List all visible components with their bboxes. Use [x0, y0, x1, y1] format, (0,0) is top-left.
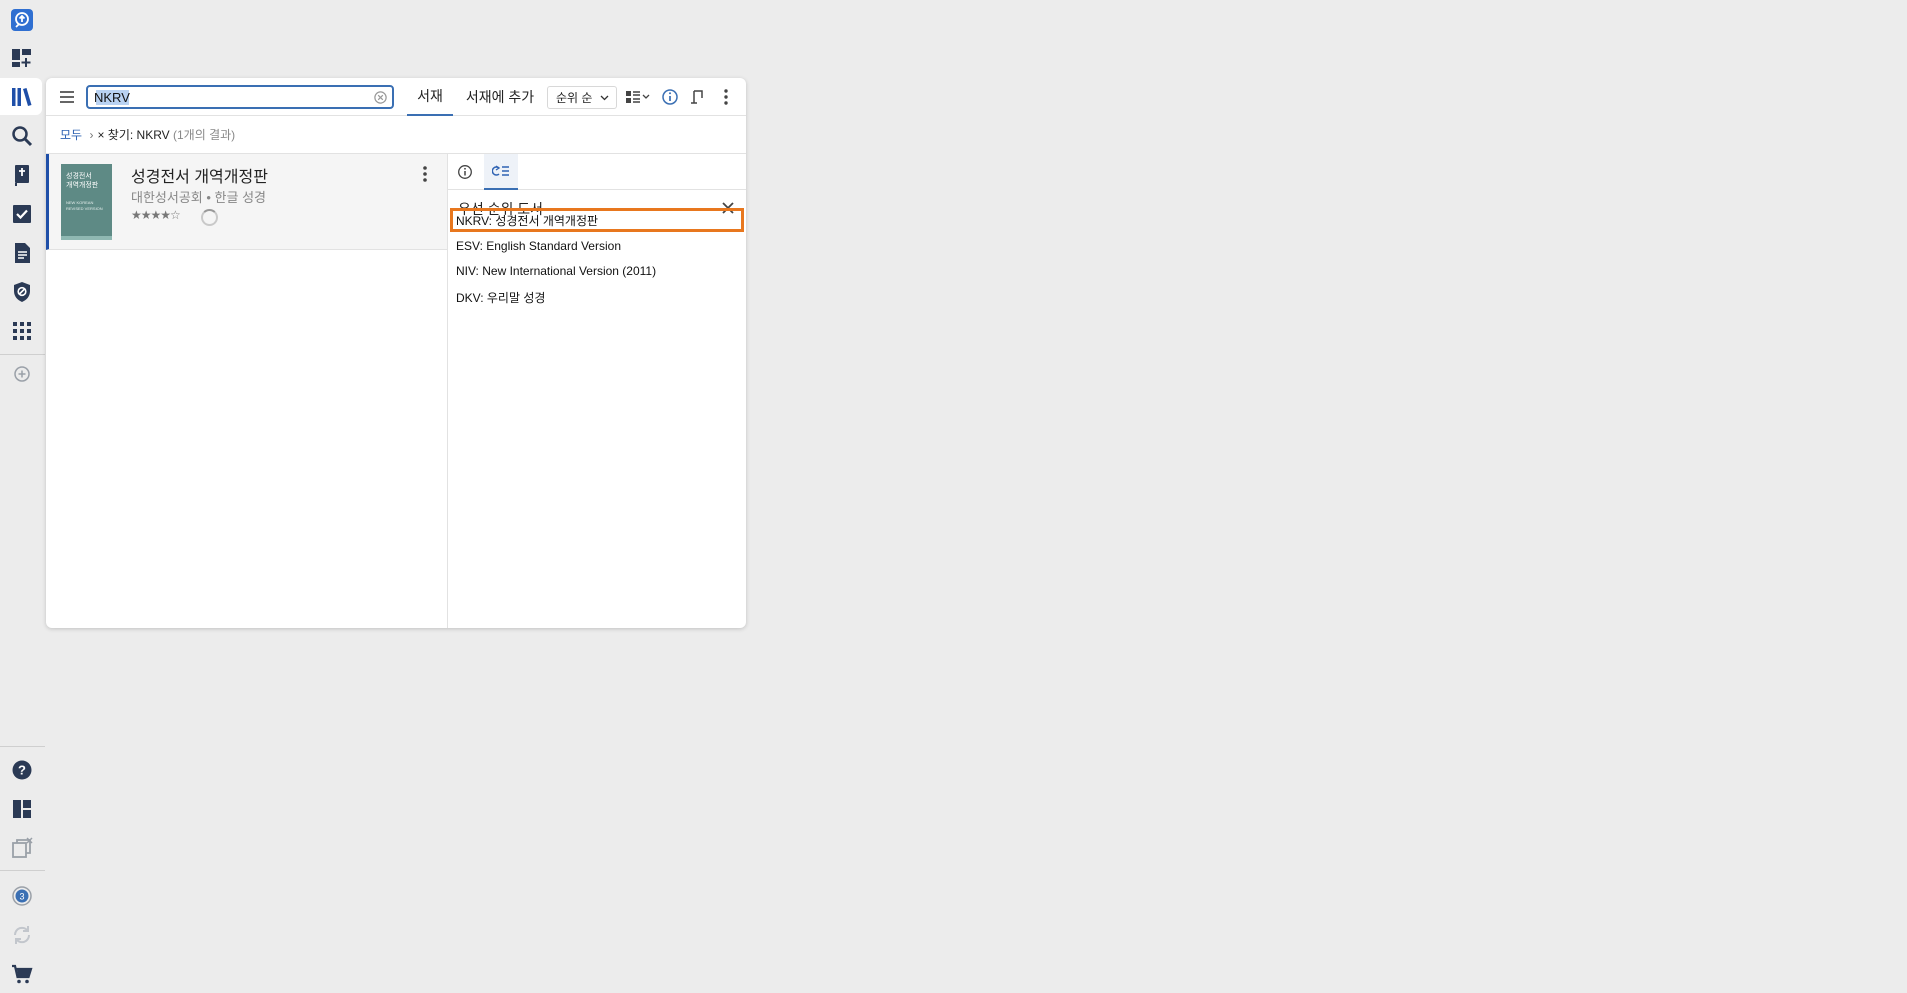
priority-item-niv[interactable]: NIV: New International Version (2011): [450, 259, 744, 283]
book-title: 성경전서 개역개정판: [131, 169, 268, 186]
cover-title-line2: 개역개정판: [66, 182, 99, 189]
detail-tab-info[interactable]: [448, 154, 482, 190]
priority-item-nkrv[interactable]: NKRV: 성경전서 개역개정판: [450, 208, 744, 232]
detail-tabs: [448, 154, 746, 190]
library-toolbar: 서재 서재에 추가 순위 순: [46, 78, 746, 116]
info-icon: [458, 165, 472, 179]
add-circle-icon[interactable]: [6, 358, 38, 390]
pane-divider: [447, 154, 448, 628]
rail-separator: [0, 354, 45, 355]
rating-stars[interactable]: ★★★★☆: [131, 208, 181, 222]
breadcrumb: 모두 › × 찾기: NKRV (1개의 결과): [60, 126, 235, 143]
library-panel: 서재 서재에 추가 순위 순 모두 ›× 찾기: NKRV (1개의 결과) 성…: [46, 78, 746, 628]
pin-panel-icon[interactable]: [687, 86, 709, 108]
search-input[interactable]: [94, 89, 354, 105]
breadcrumb-query: 찾기: NKRV: [107, 128, 170, 142]
bible-icon[interactable]: [6, 159, 38, 191]
result-count: (1개의 결과): [173, 128, 236, 142]
library-icon[interactable]: [6, 81, 38, 113]
tab-add-to-library[interactable]: 서재에 추가: [459, 78, 541, 116]
priority-item-dkv[interactable]: DKV: 우리말 성경: [450, 285, 744, 309]
row-more-icon[interactable]: [417, 164, 433, 184]
tab-library[interactable]: 서재: [407, 78, 453, 116]
priority-list-icon: [492, 165, 509, 176]
help-icon[interactable]: ?: [6, 754, 38, 786]
cover-sub-line1: NEW KOREAN: [66, 200, 94, 205]
remove-filter-button[interactable]: ×: [97, 128, 104, 142]
sort-label: 순위 순: [556, 91, 593, 105]
info-icon[interactable]: [659, 86, 681, 108]
detail-tab-priority[interactable]: [484, 154, 518, 190]
chevron-down-icon: [600, 95, 609, 101]
tasks-icon[interactable]: [6, 198, 38, 230]
menu-icon[interactable]: [56, 86, 78, 108]
notification-badge-icon[interactable]: 3: [6, 880, 38, 912]
view-mode-icon[interactable]: [624, 86, 654, 108]
search-icon[interactable]: [6, 120, 38, 152]
apps-icon[interactable]: [6, 315, 38, 347]
cover-sub-line2: REVISED VERSION: [66, 206, 103, 211]
book-cover: 성경전서개역개정판 NEW KOREAN REVISED VERSION: [61, 164, 112, 240]
sync-icon[interactable]: [6, 919, 38, 951]
rail-separator-bottom-2: [0, 870, 45, 871]
search-box[interactable]: [86, 85, 394, 109]
close-panels-icon[interactable]: [6, 832, 38, 864]
cart-icon[interactable]: [6, 958, 38, 990]
dashboard-add-icon[interactable]: [6, 42, 38, 74]
more-options-icon[interactable]: [715, 86, 737, 108]
list-item[interactable]: 성경전서개역개정판 NEW KOREAN REVISED VERSION 성경전서…: [46, 154, 447, 250]
shield-icon[interactable]: [6, 276, 38, 308]
rail-separator-bottom: [0, 746, 45, 747]
left-rail: ? 3: [0, 0, 45, 993]
layout-icon[interactable]: [6, 793, 38, 825]
loading-spinner-icon: [201, 209, 218, 226]
breadcrumb-separator: ›: [89, 128, 94, 142]
svg-text:?: ?: [18, 763, 26, 778]
badge-count: 3: [19, 892, 24, 902]
document-icon[interactable]: [6, 237, 38, 269]
book-subtitle: 대한성서공회 • 한글 성경: [131, 190, 266, 205]
sort-dropdown[interactable]: 순위 순: [547, 86, 617, 109]
priority-item-esv[interactable]: ESV: English Standard Version: [450, 234, 744, 258]
cover-bar: [61, 236, 112, 240]
breadcrumb-all-link[interactable]: 모두: [60, 128, 82, 142]
clear-search-icon[interactable]: [373, 90, 388, 105]
home-icon[interactable]: [6, 4, 38, 36]
cover-title-line1: 성경전서: [66, 173, 92, 180]
